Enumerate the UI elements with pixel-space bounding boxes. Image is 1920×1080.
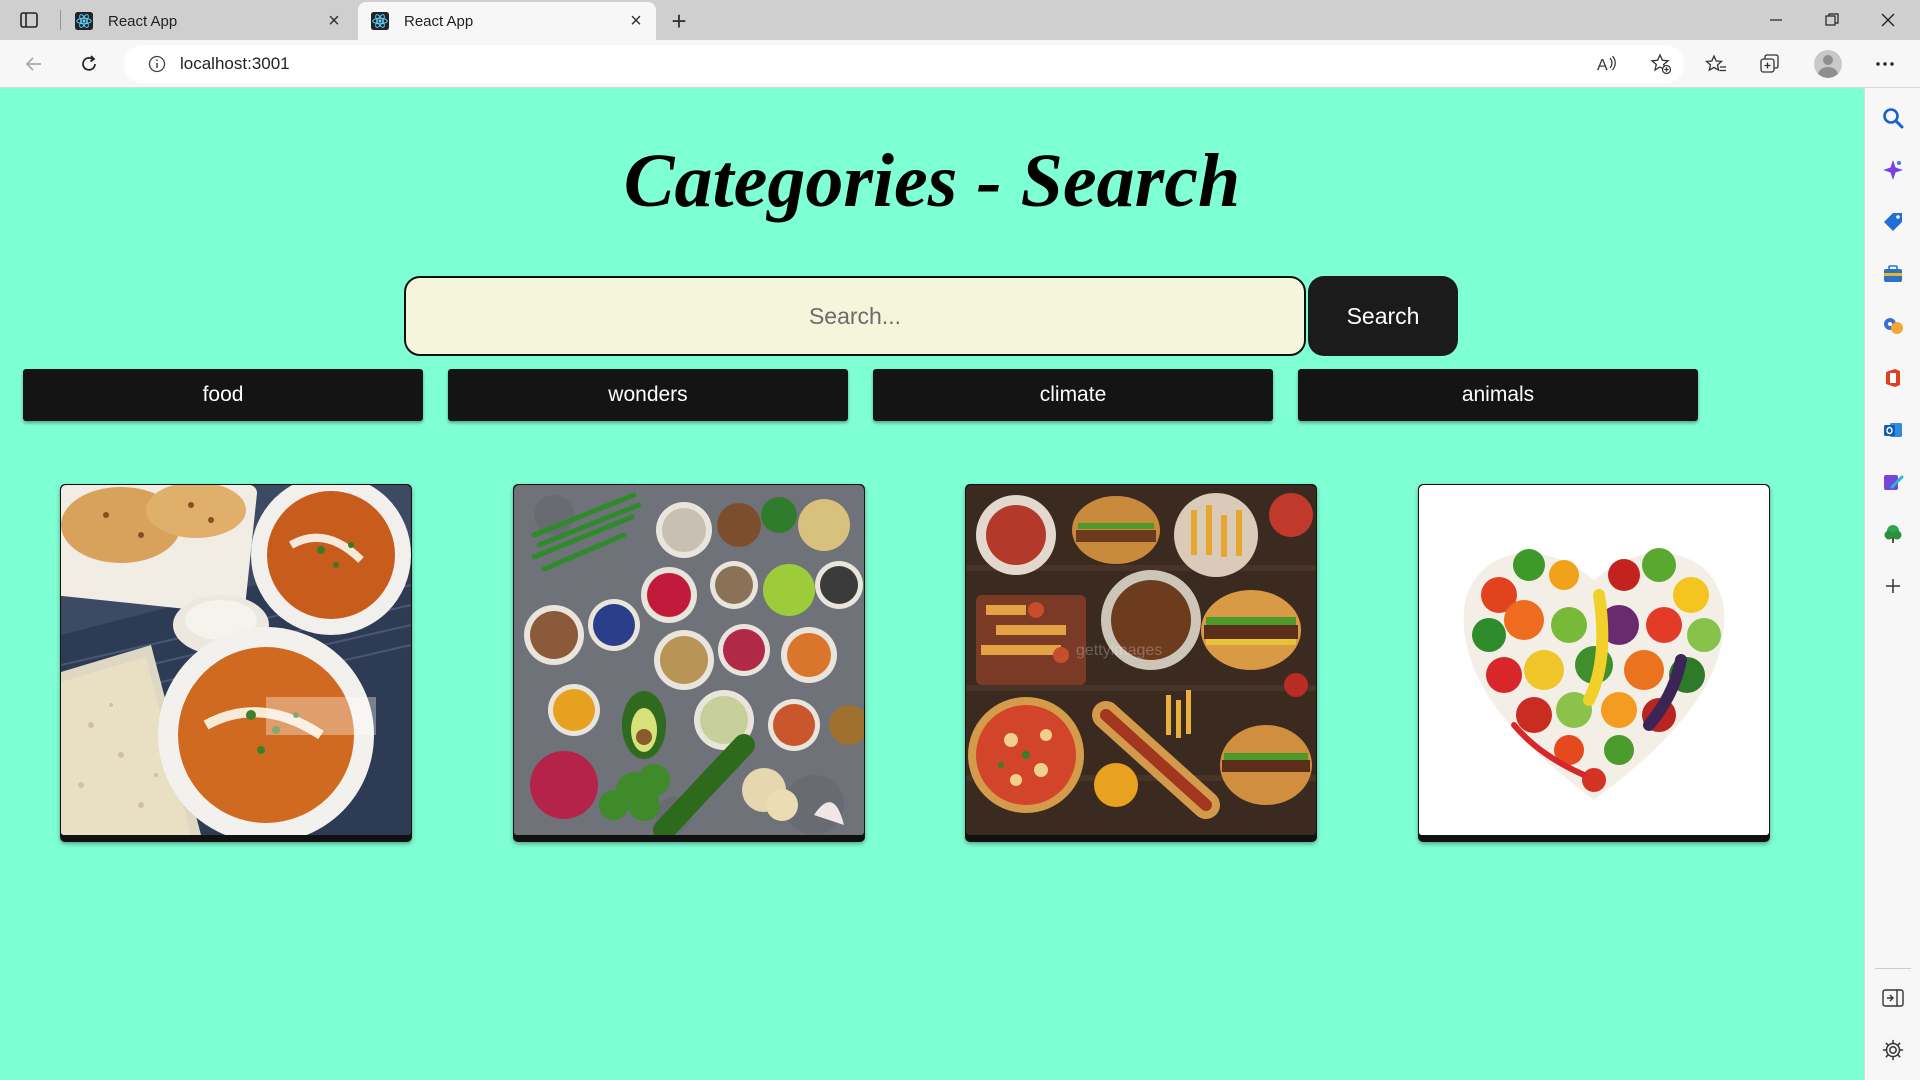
more-options-icon[interactable] (1867, 48, 1903, 80)
new-tab-icon[interactable]: + (664, 6, 694, 36)
profile-icon[interactable] (1810, 48, 1846, 80)
close-window-icon[interactable] (1860, 0, 1916, 40)
minimize-icon[interactable] (1748, 0, 1804, 40)
category-button-food[interactable]: food (23, 369, 423, 421)
search-button[interactable]: Search (1308, 276, 1458, 356)
browser-side-panel (1864, 88, 1920, 1080)
shopping-tag-icon[interactable] (1879, 208, 1907, 236)
outlook-icon[interactable] (1879, 416, 1907, 444)
close-tab-icon[interactable]: × (320, 7, 348, 35)
healthy-food-bowls-photo (514, 485, 864, 835)
svg-text:gettyimages: gettyimages (1076, 642, 1162, 659)
fast-food-table-photo: gettyimages (966, 485, 1316, 835)
browser-tab-2[interactable]: React App × (358, 2, 656, 40)
read-aloud-icon[interactable]: A (1588, 45, 1626, 83)
tools-briefcase-icon[interactable] (1879, 260, 1907, 288)
address-bar[interactable]: localhost:3001 A (124, 45, 1684, 83)
tab-separator (60, 10, 61, 30)
tab-title: React App (108, 12, 178, 30)
copilot-icon[interactable] (1879, 156, 1907, 184)
back-icon[interactable] (18, 48, 50, 80)
side-panel-divider (1875, 968, 1911, 969)
hide-sidebar-icon[interactable] (1879, 984, 1907, 1012)
tree-icon[interactable] (1879, 520, 1907, 548)
close-tab-icon[interactable]: × (622, 7, 650, 35)
tab-actions-icon[interactable] (14, 8, 44, 32)
url-text[interactable]: localhost:3001 (180, 54, 290, 74)
settings-gear-icon[interactable] (1879, 1036, 1907, 1064)
avatar (1814, 50, 1842, 78)
category-button-climate[interactable]: climate (873, 369, 1273, 421)
react-icon (370, 11, 390, 31)
category-button-animals[interactable]: animals (1298, 369, 1698, 421)
search-input[interactable] (404, 276, 1306, 356)
image-card[interactable] (1418, 484, 1770, 842)
page-content: Categories - Search Search food wonders … (0, 88, 1864, 1080)
browser-tab-bar: React App × React App × + (0, 0, 1920, 40)
add-icon[interactable] (1879, 572, 1907, 600)
image-card[interactable] (513, 484, 865, 842)
designer-icon[interactable] (1879, 468, 1907, 496)
restore-icon[interactable] (1804, 0, 1860, 40)
tab-title: React App (404, 12, 474, 30)
refresh-icon[interactable] (73, 48, 105, 80)
collections-icon[interactable] (1752, 48, 1788, 80)
favorites-icon[interactable] (1698, 48, 1734, 80)
browser-tab-1[interactable]: React App × (62, 2, 354, 40)
svg-text:A: A (1597, 57, 1608, 74)
search-icon[interactable] (1879, 104, 1907, 132)
react-icon (74, 11, 94, 31)
vegetable-heart-photo (1419, 485, 1769, 835)
image-card[interactable]: gettyimages (965, 484, 1317, 842)
add-favorite-icon[interactable] (1642, 45, 1680, 83)
browser-toolbar: localhost:3001 A (0, 40, 1920, 88)
page-title: Categories - Search (623, 139, 1241, 223)
site-info-icon[interactable] (146, 53, 168, 75)
indian-curry-photo (61, 485, 411, 835)
category-button-wonders[interactable]: wonders (448, 369, 848, 421)
games-icon[interactable] (1879, 312, 1907, 340)
office-icon[interactable] (1879, 364, 1907, 392)
image-card[interactable] (60, 484, 412, 842)
